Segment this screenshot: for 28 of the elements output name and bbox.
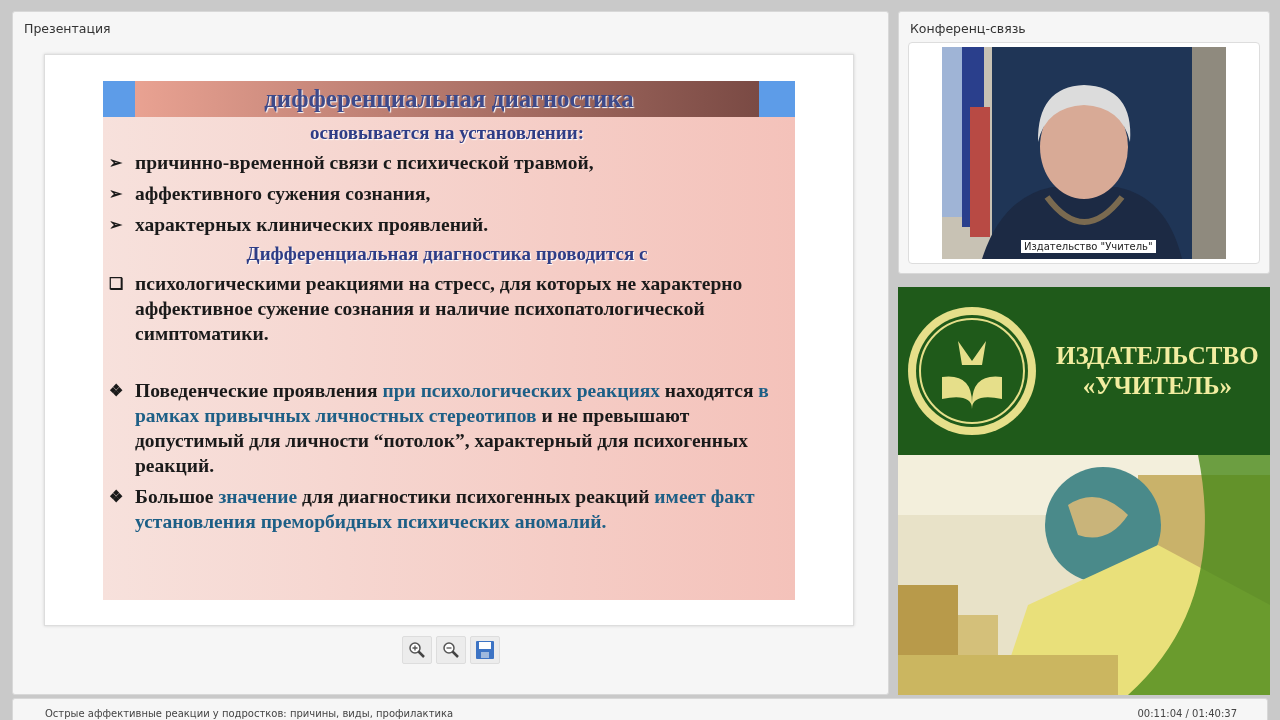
lecture-title: Острые аффективные реакции у подростков: причины, виды, профилактика [45, 708, 454, 720]
bullet-text: характерных клинических проявлений. [135, 213, 490, 237]
bullet-text: Поведенческие проявления при психологических реакциях находятся в рамках привычных личностных стереотипов и не превышают допустимый для личности “потолок”, характерный для психогенных реакций. [135, 379, 770, 478]
panel-title: Презентация [23, 20, 112, 38]
bullet-text: Большое значение для диагностики психогенных реакций имеет факт установления преморбидных психических аномалий. [135, 485, 756, 534]
slide-title: дифференциальная диагностика [264, 85, 634, 113]
save-button[interactable] [469, 636, 500, 664]
zoom-in-button[interactable] [401, 636, 432, 664]
panel-title: Конференц-связь [909, 20, 1027, 38]
bullet-text: психологическими реакциями на стресс, для которых не характерно аффективное сужение сознания и наличие психопатологической симптоматики. [135, 272, 744, 346]
slide-heading: Дифференциальная диагностика проводится с [245, 242, 649, 266]
banner-title: ИЗДАТЕЛЬСТВО [1056, 341, 1259, 371]
banner-title: «УЧИТЕЛЬ» [1082, 371, 1232, 401]
bullet-marker: ➢ [109, 153, 123, 173]
save-icon [474, 640, 495, 660]
bullet-marker: ➢ [109, 184, 123, 204]
zoom-in-icon [407, 641, 426, 659]
bullet-marker: ➢ [109, 215, 123, 235]
zoom-out-button[interactable] [435, 636, 466, 664]
bullet-marker: ❑ [109, 274, 124, 294]
bullet-text: аффективного сужения сознания, [135, 182, 432, 206]
bullet-text: причинно-временной связи с психической травмой, [135, 151, 595, 175]
bullet-marker: ❖ [109, 381, 124, 401]
bullet-marker: ❖ [109, 487, 124, 507]
zoom-out-icon [441, 641, 460, 659]
playback-time: 00:11:04 / 01:40:37 [1137, 708, 1237, 720]
video-caption: Издательство "Учитель" [1021, 240, 1156, 253]
slide-heading: основывается на установлении: [308, 121, 586, 145]
